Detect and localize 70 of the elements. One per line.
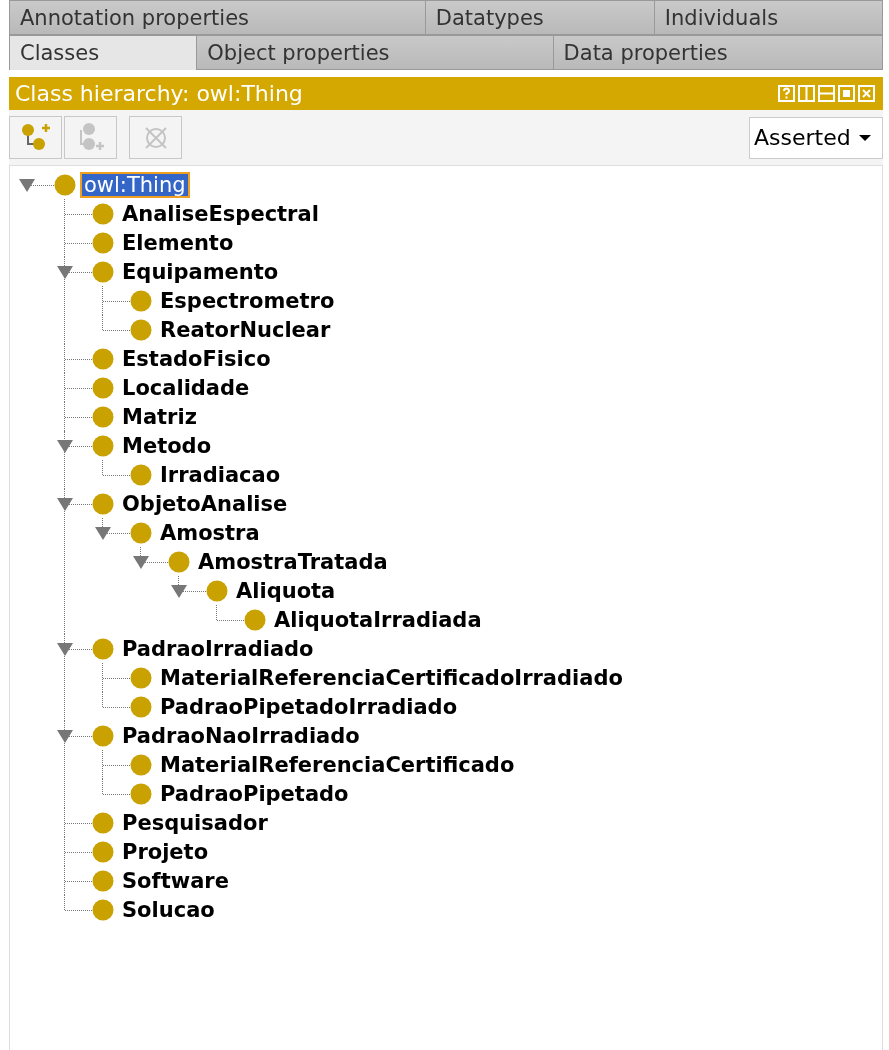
class-label[interactable]: EstadoFisico xyxy=(118,345,275,372)
expanded-triangle-icon[interactable] xyxy=(132,554,150,570)
class-label[interactable]: Solucao xyxy=(118,896,219,923)
class-icon xyxy=(92,434,114,457)
class-icon xyxy=(92,811,114,834)
class-label[interactable]: Projeto xyxy=(118,838,213,865)
class-label[interactable]: Localidade xyxy=(118,374,254,401)
expanded-triangle-icon[interactable] xyxy=(56,641,74,657)
class-icon xyxy=(130,521,152,544)
class-label[interactable]: Software xyxy=(118,867,233,894)
caret-icon xyxy=(858,133,871,142)
expanded-triangle-icon[interactable] xyxy=(56,728,74,744)
class-icon xyxy=(92,637,114,660)
class-icon xyxy=(168,550,190,573)
expanded-triangle-icon[interactable] xyxy=(18,177,36,193)
class-icon xyxy=(130,463,152,486)
class-label[interactable]: PadraoPipetadoIrradiado xyxy=(156,693,462,720)
tab[interactable]: Individuals xyxy=(653,0,883,35)
class-icon xyxy=(92,898,114,921)
class-label[interactable]: MaterialReferenciaCertificadoIrradiado xyxy=(156,664,627,691)
class-label[interactable]: ReatorNuclear xyxy=(156,316,335,343)
tab[interactable]: Annotation properties xyxy=(9,0,425,35)
tab[interactable]: Datatypes xyxy=(424,0,654,35)
class-label[interactable]: AnaliseEspectral xyxy=(118,200,323,227)
class-icon xyxy=(130,289,152,312)
class-label[interactable]: owl:Thing xyxy=(80,171,190,198)
class-icon xyxy=(206,579,228,602)
class-label[interactable]: Pesquisador xyxy=(118,809,272,836)
class-label[interactable]: Espectrometro xyxy=(156,287,339,314)
class-icon xyxy=(92,231,114,254)
class-icon xyxy=(92,376,114,399)
class-icon xyxy=(92,347,114,370)
view-title: Class hierarchy: owl:Thing xyxy=(15,81,303,106)
class-icon xyxy=(92,724,114,747)
class-label[interactable]: Elemento xyxy=(118,229,238,256)
class-icon xyxy=(130,753,152,776)
class-icon xyxy=(92,840,114,863)
class-label[interactable]: AliquotaIrradiada xyxy=(270,606,486,633)
class-label[interactable]: MaterialReferenciaCertificado xyxy=(156,751,519,778)
class-label[interactable]: Aliquota xyxy=(232,577,340,604)
expanded-triangle-icon[interactable] xyxy=(56,264,74,280)
class-label[interactable]: PadraoIrradiado xyxy=(118,635,318,662)
class-icon xyxy=(130,666,152,689)
expanded-triangle-icon[interactable] xyxy=(56,496,74,512)
class-icon xyxy=(92,869,114,892)
class-label[interactable]: Matriz xyxy=(118,403,201,430)
class-icon xyxy=(92,260,114,283)
class-icon xyxy=(130,318,152,341)
class-label[interactable]: PadraoPipetado xyxy=(156,780,353,807)
class-icon xyxy=(244,608,266,631)
class-icon xyxy=(92,202,114,225)
class-icon xyxy=(130,782,152,805)
expanded-triangle-icon[interactable] xyxy=(94,525,112,541)
class-icon xyxy=(54,173,76,196)
class-icon xyxy=(92,405,114,428)
tab[interactable]: Object properties xyxy=(196,35,553,70)
class-label[interactable]: Metodo xyxy=(118,432,216,459)
hierarchy-mode-dropdown[interactable]: Asserted xyxy=(749,116,883,159)
class-icon xyxy=(92,492,114,515)
class-icon xyxy=(130,695,152,718)
class-label[interactable]: Amostra xyxy=(156,519,264,546)
tab[interactable]: Data properties xyxy=(552,35,883,70)
expanded-triangle-icon[interactable] xyxy=(170,583,188,599)
class-label[interactable]: PadraoNaoIrradiado xyxy=(118,722,364,749)
class-label[interactable]: Equipamento xyxy=(118,258,283,285)
class-label[interactable]: ObjetoAnalise xyxy=(118,490,292,517)
expanded-triangle-icon[interactable] xyxy=(56,438,74,454)
tab[interactable]: Classes xyxy=(9,35,197,70)
class-label[interactable]: AmostraTratada xyxy=(194,548,392,575)
class-label[interactable]: Irradiacao xyxy=(156,461,285,488)
